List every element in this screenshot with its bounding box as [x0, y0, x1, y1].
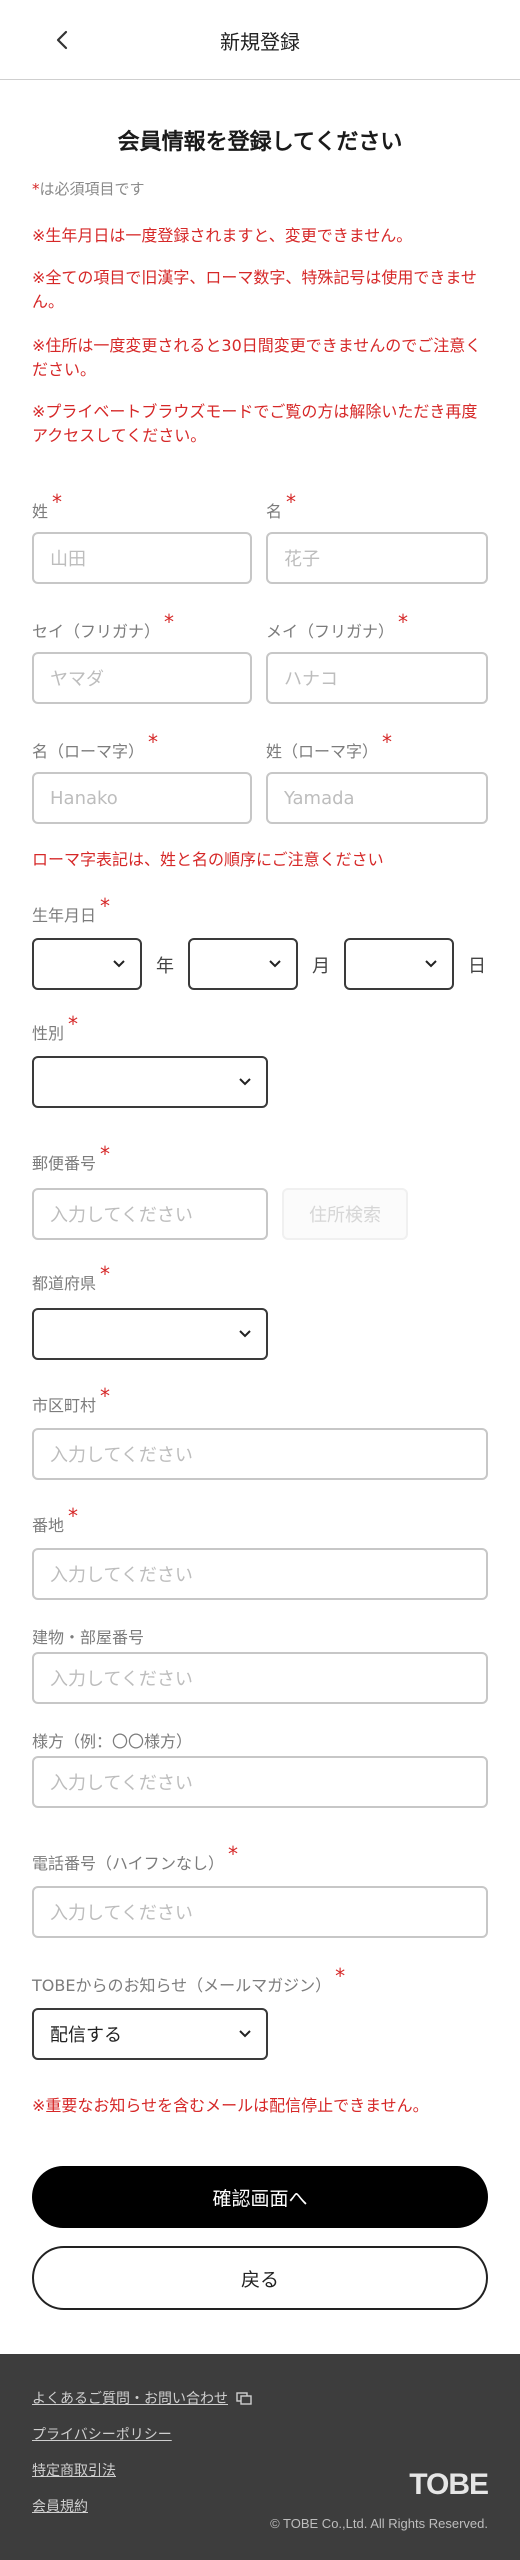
notice-characters: ※全ての項目で旧漢字、ローマ数字、特殊記号は使用できません。 [32, 268, 477, 311]
first-roman-label: 名（ローマ字） * [32, 730, 159, 761]
required-note-text: は必須項目です [39, 180, 145, 198]
first-kana-label: メイ（フリガナ） * [266, 610, 409, 641]
first-name-input[interactable]: 花子 [266, 532, 488, 584]
page-title: 会員情報を登録してください [117, 130, 403, 155]
last-roman-input[interactable]: Yamada [266, 772, 488, 824]
footer: よくあるご質問・お問い合わせ プライバシーポリシー 特定商取引法 会員規約 TO… [0, 2354, 520, 2560]
address-input[interactable]: 入力してください [32, 1548, 488, 1600]
tobe-logo: TOBE [409, 2468, 489, 2501]
phone-input[interactable]: 入力してください [32, 1886, 488, 1938]
birthday-label: 生年月日 * [32, 894, 111, 925]
chevron-down-icon [239, 1330, 251, 1338]
roman-order-note: ローマ字表記は、姓と名の順序にご注意ください [32, 850, 384, 869]
copyright: © TOBE Co.,Ltd. All Rights Reserved. [270, 2516, 488, 2531]
day-unit: 日 [468, 956, 486, 977]
chevron-down-icon [269, 960, 281, 968]
notice-private-mode: ※プライベートブラウズモードでご覧の方は解除いただき再度アクセスしてください。 [32, 402, 478, 445]
header-title: 新規登録 [220, 30, 300, 54]
last-name-input[interactable]: 山田 [32, 532, 252, 584]
postal-input[interactable]: 入力してください [32, 1188, 268, 1240]
footer-link-terms[interactable]: 会員規約 [32, 2496, 88, 2516]
phone-label: 電話番号（ハイフンなし） * [32, 1842, 239, 1873]
prefecture-select[interactable] [32, 1308, 268, 1360]
first-kana-input[interactable]: ハナコ [266, 652, 488, 704]
newsletter-select[interactable]: 配信する [32, 2008, 268, 2060]
last-roman-label: 姓（ローマ字） * [266, 730, 393, 761]
birth-year-select[interactable] [32, 938, 142, 990]
footer-link-faq[interactable]: よくあるご質問・お問い合わせ [32, 2388, 252, 2408]
year-unit: 年 [156, 956, 174, 977]
external-window-icon [236, 2392, 252, 2405]
notice-address: ※住所は一度変更されると30日間変更できませんのでご注意ください。 [32, 336, 482, 379]
birth-day-select[interactable] [344, 938, 454, 990]
building-input[interactable]: 入力してください [32, 1652, 488, 1704]
gender-label: 性別 * [32, 1012, 79, 1043]
chevron-down-icon [239, 1078, 251, 1086]
last-name-label: 姓 * [32, 490, 63, 521]
address-label: 番地 * [32, 1504, 79, 1535]
city-input[interactable]: 入力してください [32, 1428, 488, 1480]
care-of-label: 様方（例：〇〇様方） [32, 1732, 193, 1751]
building-label: 建物・部屋番号 [32, 1628, 145, 1647]
first-name-label: 名 * [266, 490, 297, 521]
month-unit: 月 [312, 956, 330, 977]
last-kana-input[interactable]: ヤマダ [32, 652, 252, 704]
address-search-button[interactable]: 住所検索 [282, 1188, 408, 1240]
postal-label: 郵便番号 * [32, 1142, 111, 1173]
newsletter-note: ※重要なお知らせを含むメールは配信停止できません。 [32, 2096, 429, 2115]
chevron-down-icon [425, 960, 437, 968]
required-star: * [32, 180, 40, 198]
newsletter-value: 配信する [50, 2025, 122, 2046]
header: 新規登録 [0, 0, 520, 80]
confirm-button[interactable]: 確認画面へ [32, 2166, 488, 2228]
birth-month-select[interactable] [188, 938, 298, 990]
gender-select[interactable] [32, 1056, 268, 1108]
chevron-down-icon [113, 960, 125, 968]
first-roman-input[interactable]: Hanako [32, 772, 252, 824]
prefecture-label: 都道府県 * [32, 1262, 111, 1293]
back-to-previous-button[interactable]: 戻る [32, 2246, 488, 2310]
newsletter-label: TOBEからのお知らせ（メールマガジン） * [32, 1964, 346, 1995]
chevron-down-icon [239, 2030, 251, 2038]
city-label: 市区町村 * [32, 1384, 111, 1415]
footer-link-commercial-law[interactable]: 特定商取引法 [32, 2460, 116, 2480]
last-kana-label: セイ（フリガナ） * [32, 610, 175, 641]
required-note: *は必須項目です [32, 178, 145, 199]
footer-link-privacy[interactable]: プライバシーポリシー [32, 2424, 172, 2444]
care-of-input[interactable]: 入力してください [32, 1756, 488, 1808]
notice-birthday: ※生年月日は一度登録されますと、変更できません。 [32, 226, 413, 245]
